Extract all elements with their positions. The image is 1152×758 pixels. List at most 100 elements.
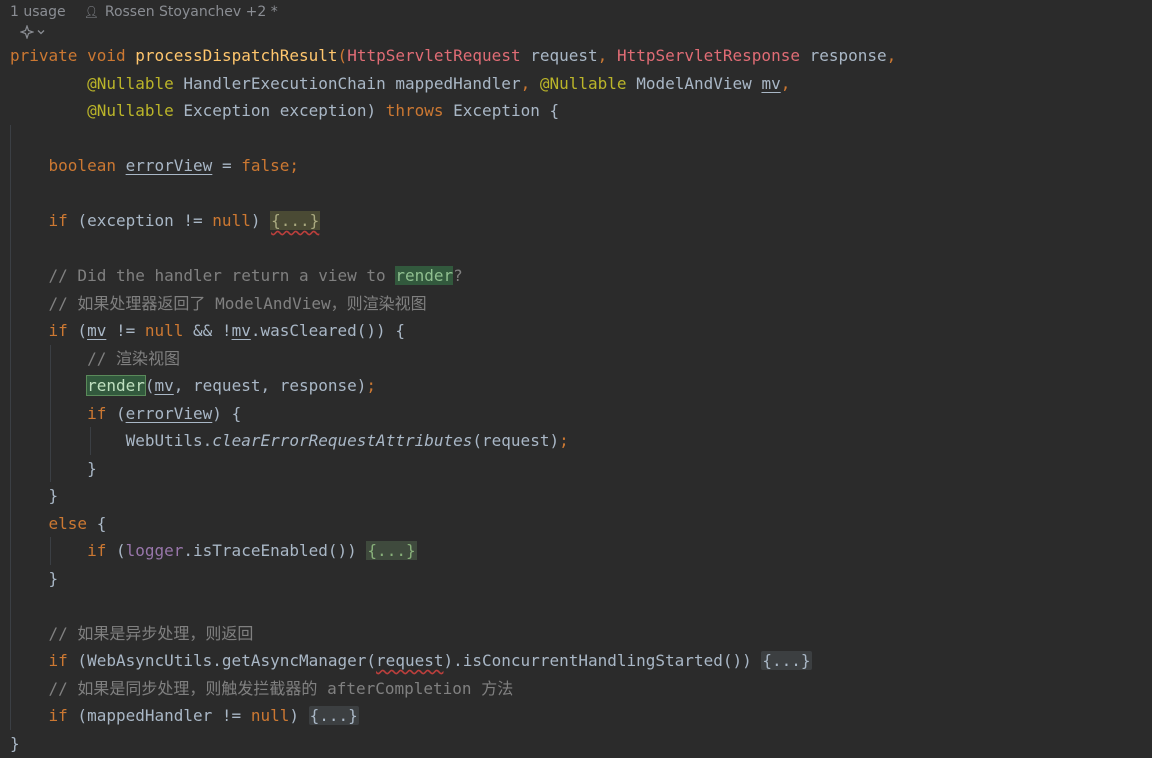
code-text: (	[106, 541, 126, 560]
keyword: boolean	[48, 156, 116, 175]
variable: errorView	[125, 403, 213, 423]
param-name: mappedHandler	[395, 73, 521, 93]
code-text: && !	[183, 321, 232, 340]
class-name: WebUtils	[125, 431, 203, 450]
person-icon: 👤︎	[83, 5, 99, 19]
keyword: else	[48, 513, 88, 533]
code-line: // 如果处理器返回了 ModelAndView，则渲染视图	[10, 289, 1152, 317]
code-text: (	[144, 376, 155, 395]
code-line: }	[10, 730, 1152, 758]
keyword: if	[87, 541, 107, 560]
indent-guide	[50, 427, 51, 455]
folded-block[interactable]: {...}	[761, 651, 812, 670]
code-line: // 如果是异步处理，则返回	[10, 619, 1152, 647]
code-vision-inlay: 1 usage 👤︎ Rossen Stoyanchev +2 *	[10, 2, 278, 22]
punctuation: ;	[366, 376, 377, 395]
keyword: false	[241, 156, 290, 175]
brace: }	[48, 568, 59, 588]
code-line-blank	[10, 124, 1152, 152]
usages-link[interactable]: 1 usage	[10, 4, 66, 20]
folded-block[interactable]: {...}	[270, 211, 321, 230]
code-text: (mappedHandler !=	[67, 706, 251, 725]
param-type: ModelAndView	[636, 73, 752, 93]
indent-guide	[10, 454, 11, 482]
param-type: HttpServletResponse	[616, 46, 800, 65]
indent-guide	[10, 124, 11, 152]
param-name: response	[809, 46, 887, 65]
code-line: else {	[10, 509, 1152, 537]
code-line-blank	[10, 234, 1152, 262]
indent-guide	[10, 179, 11, 207]
indent-guide	[10, 647, 11, 675]
indent-guide	[10, 592, 11, 620]
punctuation: ,	[520, 73, 531, 93]
punctuation: ,	[780, 73, 791, 93]
folded-block[interactable]: {...}	[308, 706, 359, 725]
indent-guide	[10, 234, 11, 262]
comment: // Did the handler return a view to	[48, 266, 396, 285]
indent-guide	[10, 317, 11, 345]
indent-guide	[10, 702, 11, 730]
indent-guide	[50, 399, 51, 427]
highlighted-word: render	[395, 266, 454, 285]
param-name: request	[530, 46, 598, 65]
ai-actions-toggle[interactable]	[19, 23, 46, 42]
indent-guide	[10, 537, 11, 565]
code-line: boolean errorView = false;	[10, 152, 1152, 180]
operator: =	[221, 156, 232, 175]
annotation: @Nullable	[87, 73, 174, 93]
code-line: }	[10, 482, 1152, 510]
code-line: }	[10, 454, 1152, 482]
comment: // 如果处理器返回了 ModelAndView，则渲染视图	[48, 293, 427, 313]
comment: ?	[453, 266, 463, 285]
brace: }	[87, 458, 97, 478]
paren: )	[250, 211, 261, 230]
punctuation: ,	[597, 46, 608, 65]
argument: request	[376, 651, 444, 670]
punctuation: ;	[289, 156, 300, 175]
code-text: .wasCleared()) {	[250, 321, 405, 340]
comment: // 如果是异步处理，则返回	[48, 623, 254, 643]
indent-guide	[10, 262, 11, 290]
variable: mv	[231, 321, 251, 340]
authors-link[interactable]: Rossen Stoyanchev +2 *	[105, 4, 278, 20]
indent-guide	[10, 372, 11, 400]
code-line: if (WebAsyncUtils.getAsyncManager(reques…	[10, 647, 1152, 675]
code-text: ).isConcurrentHandlingStarted())	[443, 651, 762, 670]
indent-guide	[50, 372, 51, 400]
punctuation: ,	[886, 46, 897, 65]
ai-assistant-icon	[19, 23, 35, 42]
code-text: (request)	[472, 431, 560, 450]
indent-guide	[10, 289, 11, 317]
folded-block[interactable]: {...}	[366, 541, 417, 560]
param-name: exception	[279, 101, 367, 120]
code-line: @Nullable Exception exception) throws Ex…	[87, 101, 560, 120]
method-call-highlight[interactable]: render	[86, 375, 146, 396]
variable: errorView	[125, 156, 213, 175]
indent-guide	[50, 454, 51, 482]
code-line: // 渲染视图	[10, 344, 1152, 372]
exception-type: Exception	[453, 101, 540, 120]
code-editor[interactable]: private void processDispatchResult(HttpS…	[10, 42, 1152, 757]
keyword: void	[87, 46, 126, 65]
chevron-down-icon	[36, 26, 46, 40]
keyword: null	[212, 211, 251, 230]
code-line: if (logger.isTraceEnabled()) {...}	[10, 537, 1152, 565]
code-line: // Did the handler return a view to rend…	[10, 262, 1152, 290]
indent-guide	[10, 619, 11, 647]
keyword: if	[48, 706, 68, 725]
variable: mv	[87, 321, 107, 340]
keyword: null	[144, 321, 184, 340]
code-text: .	[202, 431, 213, 450]
code-line: if (mv != null && !mv.wasCleared()) {	[10, 317, 1152, 345]
punctuation: ;	[559, 431, 569, 450]
code-text: (	[106, 403, 126, 423]
code-line: if (exception != null) {...}	[10, 207, 1152, 235]
param-type: HttpServletRequest	[347, 46, 521, 65]
code-line-blank	[10, 592, 1152, 620]
comment: // 如果是同步处理，则触发拦截器的 afterCompletion 方法	[48, 678, 514, 698]
keyword: if	[48, 651, 68, 670]
indent-guide	[10, 344, 11, 372]
brace: }	[48, 486, 59, 505]
indent-guide	[10, 427, 11, 455]
